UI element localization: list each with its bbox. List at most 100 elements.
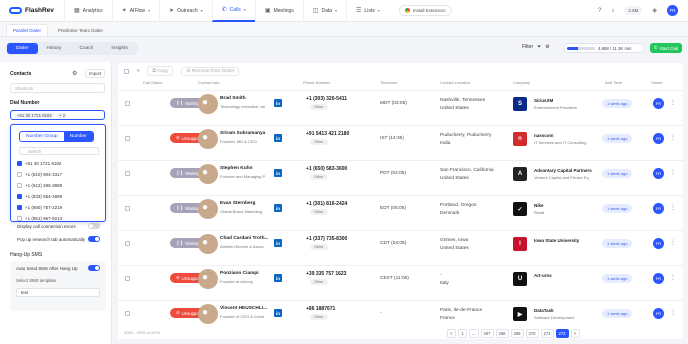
phone-number[interactable]: +1 (303) 320-5411	[306, 96, 347, 102]
number-option-row[interactable]: +1 (951) 967-9213	[17, 216, 62, 221]
company-name[interactable]: SiriusXM	[534, 98, 553, 103]
page-button[interactable]: 1	[458, 329, 467, 338]
nav-outreach[interactable]: ➤ Outreach ▾	[159, 0, 212, 22]
header-timezone[interactable]: Timezone	[380, 80, 397, 85]
credits-badge[interactable]: 2.5M	[624, 6, 643, 15]
number-checkbox[interactable]	[17, 183, 22, 188]
auto-sms-toggle[interactable]	[88, 265, 100, 271]
contact-name[interactable]: Chad Cardani Troth...	[220, 236, 269, 241]
table-row[interactable]: ❙❙ Waiting ● Evan Sternberg Global Brand Mar…	[118, 195, 683, 222]
number-checkbox[interactable]	[17, 216, 22, 221]
app-logo[interactable]: FlashRev	[9, 7, 64, 14]
header-contact-location[interactable]: Contact Location	[440, 80, 470, 85]
company-name[interactable]: Art-urns	[534, 273, 552, 278]
user-avatar[interactable]: FR	[667, 5, 678, 16]
more-icon[interactable]: ⋮	[670, 134, 676, 141]
linkedin-icon[interactable]: in	[274, 99, 282, 107]
linkedin-icon[interactable]: in	[274, 169, 282, 177]
settings-icon[interactable]: ⚙	[72, 70, 77, 77]
filter-button[interactable]: Filter ⏷ ⚙	[522, 44, 550, 50]
bell-icon[interactable]: ♪	[611, 8, 614, 14]
owner-avatar[interactable]: FR	[653, 273, 664, 284]
contact-name[interactable]: Sriram Subramanya	[220, 131, 265, 136]
more-icon[interactable]: ⋮	[670, 309, 676, 316]
phone-number[interactable]: +86 1887671	[306, 306, 335, 312]
tab-dialer[interactable]: Dialer	[7, 42, 38, 54]
select-all-checkbox[interactable]	[124, 68, 129, 74]
header-owner[interactable]: Owner	[651, 80, 663, 85]
sms-template-select[interactable]: test	[16, 288, 100, 297]
table-row[interactable]: ⊘ Unsupported ● Vincent HEUSCHLI... Founder …	[118, 300, 683, 327]
row-checkbox[interactable]	[125, 136, 130, 141]
remove-from-dialer-button[interactable]: ⊖ Remove from Dialer	[181, 66, 240, 76]
display-errors-toggle[interactable]	[88, 223, 100, 229]
number-option-row[interactable]: +1 (610) 904-3317	[17, 172, 62, 177]
number-checkbox[interactable]	[17, 161, 22, 166]
nav-lists[interactable]: ☰ Lists ▾	[346, 0, 389, 22]
header-phone-number[interactable]: Phone Number	[303, 80, 330, 85]
nav-meetings[interactable]: ▣ Meetings	[254, 0, 303, 22]
more-icon[interactable]: ⋮	[670, 274, 676, 281]
more-icon[interactable]: ⋮	[670, 169, 676, 176]
owner-avatar[interactable]: FR	[653, 203, 664, 214]
settings-icon[interactable]: ⚙	[545, 44, 549, 50]
number-option-row[interactable]: +1 (850) 757-2219	[17, 205, 62, 210]
linkedin-icon[interactable]: in	[274, 274, 282, 282]
tab-history[interactable]: History	[38, 43, 71, 54]
company-name[interactable]: Iowa State University	[534, 238, 579, 243]
chevron-down-icon[interactable]: ▾	[137, 69, 139, 74]
table-row[interactable]: ⊘ Unsupported ● Sriram Subramanya Founder, M…	[118, 125, 683, 152]
more-icon[interactable]: ⋮	[670, 239, 676, 246]
copy-button[interactable]: ⧉ Copy	[147, 66, 174, 76]
page-button[interactable]: 271	[540, 329, 554, 338]
more-icon[interactable]: ⋮	[670, 204, 676, 211]
number-option-row[interactable]: +1 (833) 554-2889	[17, 194, 62, 199]
linkedin-icon[interactable]: in	[274, 239, 282, 247]
contact-name[interactable]: Evan Sternberg	[220, 201, 255, 206]
company-name[interactable]: DataTask	[534, 308, 554, 313]
phone-number[interactable]: +1 (301) 816-2424	[306, 201, 347, 207]
table-row[interactable]: ❙❙ Waiting ● Chad Cardani Troth... Athletic …	[118, 230, 683, 257]
help-icon[interactable]: ?	[598, 8, 601, 14]
phone-number[interactable]: +39 335 757 1623	[306, 271, 346, 277]
row-checkbox[interactable]	[125, 311, 130, 316]
phone-number[interactable]: +91 5413 421 2180	[306, 131, 349, 137]
table-row[interactable]: ⊘ Unsupported ● Ponziano Ciampi Founder at A…	[118, 265, 683, 292]
row-checkbox[interactable]	[125, 101, 130, 106]
owner-avatar[interactable]: FR	[653, 168, 664, 179]
owner-avatar[interactable]: FR	[653, 238, 664, 249]
owner-avatar[interactable]: FR	[653, 133, 664, 144]
row-checkbox[interactable]	[125, 276, 130, 281]
contact-name[interactable]: Stephen Kuhn	[220, 166, 253, 171]
number-checkbox[interactable]	[17, 194, 22, 199]
linkedin-icon[interactable]: in	[274, 204, 282, 212]
nav-aiflow[interactable]: ✦ AIFlow ▾	[111, 0, 159, 22]
owner-avatar[interactable]: FR	[653, 308, 664, 319]
dial-number-select[interactable]: +61 30 1721 8182 + 2	[10, 110, 105, 120]
linkedin-icon[interactable]: in	[274, 134, 282, 142]
page-button[interactable]: <	[447, 329, 456, 338]
page-button[interactable]: 268	[495, 329, 509, 338]
header-contact-info[interactable]: Contact Info	[198, 80, 220, 85]
contacts-input[interactable]: Shortcuts	[10, 83, 105, 93]
page-button[interactable]: ...	[469, 329, 479, 338]
install-extension-button[interactable]: Install Extension	[398, 5, 452, 16]
phone-number[interactable]: +1 (337) 735-8300	[306, 236, 347, 242]
import-button[interactable]: Import	[85, 69, 106, 78]
number-option-row[interactable]: +61 30 1721 8182	[17, 161, 61, 166]
header-company[interactable]: Company	[513, 80, 530, 85]
row-checkbox[interactable]	[125, 206, 130, 211]
linkedin-icon[interactable]: in	[274, 309, 282, 317]
more-icon[interactable]: ⋮	[670, 99, 676, 106]
page-button[interactable]: 270	[525, 329, 539, 338]
number-checkbox[interactable]	[17, 205, 22, 210]
contact-name[interactable]: Brad Smith	[220, 96, 246, 101]
row-checkbox[interactable]	[125, 241, 130, 246]
gift-icon[interactable]: ◈	[652, 7, 657, 14]
table-row[interactable]: ❙❙ Waiting ● Stephen Kuhn Founder and Managi…	[118, 160, 683, 187]
header-call-status[interactable]: Call Status	[143, 80, 162, 85]
page-button[interactable]: >	[570, 329, 580, 338]
company-name[interactable]: Advantary Capital Partners	[534, 168, 592, 173]
table-row[interactable]: ❙❙ Waiting ● Brad Smith Technology executive…	[118, 90, 683, 117]
tab-coach[interactable]: Coach	[70, 43, 102, 54]
